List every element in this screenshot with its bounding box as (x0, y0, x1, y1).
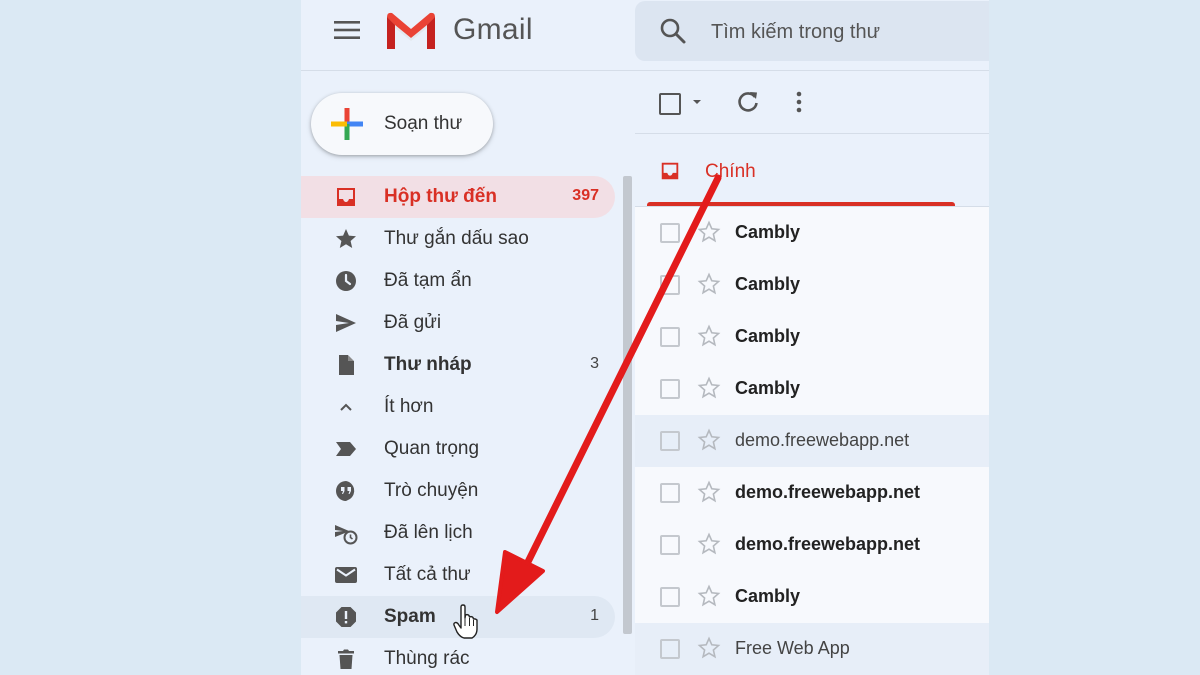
sidebar-item-less[interactable]: Ít hơn (301, 386, 615, 428)
star-outline-icon[interactable] (697, 428, 721, 452)
email-sender: Cambly (735, 222, 801, 242)
sidebar-item-label: Tất cả thư (384, 564, 471, 585)
sidebar-item-sent[interactable]: Đã gửi (301, 302, 615, 344)
email-sender: Cambly (735, 274, 801, 294)
row-checkbox[interactable] (660, 327, 680, 347)
sidebar-item-all-mail[interactable]: Tất cả thư (301, 554, 615, 596)
sidebar-item-label: Thư nháp (384, 354, 472, 375)
sidebar-item-scheduled[interactable]: Đã lên lịch (301, 512, 615, 554)
hand-cursor-icon (453, 604, 478, 639)
clock-icon (336, 271, 356, 291)
email-row[interactable]: demo.freewebapp.net (635, 519, 989, 572)
search-bar[interactable] (635, 1, 989, 61)
row-checkbox[interactable] (660, 223, 680, 243)
email-row[interactable]: Cambly (635, 207, 989, 260)
email-sender: Free Web App (735, 638, 850, 658)
sidebar-item-label: Đã tạm ẩn (384, 270, 472, 291)
more-vertical-icon[interactable] (789, 89, 809, 115)
sidebar-item-snoozed[interactable]: Đã tạm ẩn (301, 260, 615, 302)
email-row[interactable]: demo.freewebapp.net (635, 467, 989, 520)
email-sender: Cambly (735, 586, 801, 606)
sidebar-item-label: Trò chuyện (384, 480, 479, 501)
main-menu-button[interactable] (333, 16, 361, 44)
inbox-icon (661, 162, 679, 180)
star-outline-icon[interactable] (697, 480, 721, 504)
email-sender: demo.freewebapp.net (735, 534, 921, 554)
refresh-icon[interactable] (735, 89, 761, 115)
unread-count: 397 (572, 187, 599, 204)
star-outline-icon[interactable] (697, 324, 721, 348)
chat-icon (336, 481, 355, 501)
email-row[interactable]: Free Web App (635, 623, 989, 675)
sidebar-item-label: Ít hơn (384, 396, 434, 417)
caret-down-icon[interactable] (690, 93, 704, 111)
trash-icon (338, 649, 354, 669)
compose-button[interactable]: Soạn thư (311, 93, 493, 155)
scheduled-icon (335, 525, 358, 545)
email-sender: demo.freewebapp.net (735, 430, 910, 450)
sidebar-item-label: Thùng rác (384, 648, 470, 669)
draft-icon (339, 355, 354, 375)
sidebar-item-label: Thư gắn dấu sao (384, 228, 529, 249)
draft-count: 3 (590, 355, 599, 372)
star-outline-icon[interactable] (697, 584, 721, 608)
sidebar-item-inbox[interactable]: Hộp thư đến 397 (301, 176, 615, 218)
sidebar-item-starred[interactable]: Thư gắn dấu sao (301, 218, 615, 260)
gmail-window: Gmail Soạn thư Hộp thư đến 397 (301, 0, 989, 675)
email-sender: Cambly (735, 326, 801, 346)
row-checkbox[interactable] (660, 483, 680, 503)
row-checkbox[interactable] (660, 275, 680, 295)
row-checkbox[interactable] (660, 535, 680, 555)
important-icon (336, 442, 356, 456)
star-outline-icon[interactable] (697, 272, 721, 296)
compose-plus-icon (331, 108, 363, 140)
sidebar-item-label: Hộp thư đến (384, 186, 497, 207)
email-sender: Cambly (735, 378, 801, 398)
email-row[interactable]: Cambly (635, 363, 989, 416)
sidebar-item-label: Đã lên lịch (384, 522, 473, 543)
email-sender: demo.freewebapp.net (735, 482, 921, 502)
row-checkbox[interactable] (660, 431, 680, 451)
sidebar-item-label: Spam (384, 606, 436, 627)
star-outline-icon[interactable] (697, 532, 721, 556)
tab-label: Chính (705, 161, 756, 182)
sidebar-item-important[interactable]: Quan trọng (301, 428, 615, 470)
main-panel: Chính Cambly Cambly Cambly Cambly demo.f… (635, 71, 989, 675)
sidebar-item-chats[interactable]: Trò chuyện (301, 470, 615, 512)
search-icon[interactable] (659, 17, 687, 45)
send-icon (336, 314, 356, 332)
row-checkbox[interactable] (660, 639, 680, 659)
select-all-checkbox[interactable] (659, 93, 681, 115)
top-bar: Gmail (301, 0, 989, 70)
list-toolbar (635, 71, 989, 133)
hamburger-icon (334, 21, 360, 39)
star-outline-icon[interactable] (697, 376, 721, 400)
gmail-logo-icon[interactable] (385, 11, 437, 51)
star-outline-icon[interactable] (697, 220, 721, 244)
sidebar-item-label: Quan trọng (384, 438, 480, 459)
row-checkbox[interactable] (660, 587, 680, 607)
tab-primary[interactable]: Chính (635, 134, 989, 206)
row-checkbox[interactable] (660, 379, 680, 399)
email-row[interactable]: demo.freewebapp.net (635, 415, 989, 468)
mail-icon (335, 567, 357, 583)
star-outline-icon[interactable] (697, 636, 721, 660)
sidebar-item-label: Đã gửi (384, 312, 442, 333)
inbox-icon (337, 188, 355, 206)
search-input[interactable] (709, 17, 973, 47)
sidebar-item-trash[interactable]: Thùng rác (301, 638, 615, 675)
sidebar-item-drafts[interactable]: Thư nháp 3 (301, 344, 615, 386)
email-row[interactable]: Cambly (635, 571, 989, 624)
spam-count: 1 (590, 607, 599, 624)
compose-label: Soạn thư (384, 113, 463, 134)
star-icon (336, 229, 356, 248)
spam-icon (336, 607, 356, 627)
chevron-up-icon (340, 403, 352, 411)
sidebar-scrollbar[interactable] (623, 176, 632, 634)
email-row[interactable]: Cambly (635, 259, 989, 312)
brand-name: Gmail (453, 13, 533, 46)
email-row[interactable]: Cambly (635, 311, 989, 364)
